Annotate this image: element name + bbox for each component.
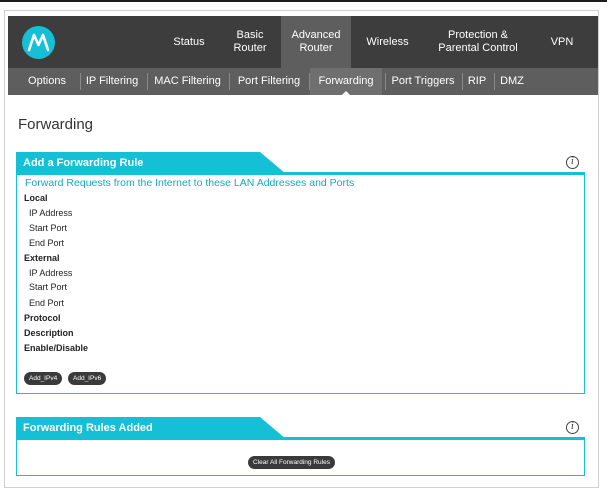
nav-wireless[interactable]: Wireless <box>360 16 415 68</box>
tab-ip-filtering-label: IP Filtering <box>85 75 139 87</box>
section-tab-label: Add a Forwarding Rule <box>23 157 144 169</box>
sub-navigation: Options IP Filtering MAC Filtering Port … <box>8 68 598 96</box>
nav-advanced-router-label: Advanced Router <box>291 29 341 54</box>
enable-disable-label: Enable/Disable <box>24 343 89 353</box>
external-start-port-label: Start Port <box>29 282 68 292</box>
tab-rip[interactable]: RIP <box>463 68 491 95</box>
section-tab-add-forwarding-rule: Add a Forwarding Rule <box>16 152 286 174</box>
info-icon[interactable]: i <box>566 421 579 434</box>
section-tab-forwarding-rules-added: Forwarding Rules Added <box>16 417 286 439</box>
forwarding-rules-added-panel: Clear All Forwarding Rules <box>16 439 585 476</box>
nav-vpn[interactable]: VPN <box>544 16 580 68</box>
add-forwarding-rule-panel: Forward Requests from the Internet to th… <box>16 174 585 394</box>
add-ipv6-button[interactable]: Add_IPv6 <box>68 372 107 385</box>
top-border-line <box>0 0 607 2</box>
nav-protection-parental-control[interactable]: Protection & Parental Control <box>433 16 523 68</box>
external-label: External <box>24 253 60 263</box>
tab-forwarding-label: Forwarding <box>318 75 374 87</box>
tab-forwarding[interactable]: Forwarding <box>310 68 382 96</box>
local-ip-address-label: IP Address <box>29 208 73 218</box>
local-start-port-label: Start Port <box>29 223 68 233</box>
nav-wireless-label: Wireless <box>366 35 409 48</box>
tab-ip-filtering[interactable]: IP Filtering <box>82 68 142 95</box>
tab-port-triggers[interactable]: Port Triggers <box>386 68 460 95</box>
tab-options[interactable]: Options <box>18 68 76 95</box>
local-end-port-label: End Port <box>29 238 65 248</box>
subnav-divider <box>229 73 230 90</box>
tab-mac-filtering-label: MAC Filtering <box>154 75 221 87</box>
tab-dmz[interactable]: DMZ <box>496 68 528 95</box>
subnav-divider <box>80 73 81 90</box>
nav-basic-router-label: Basic Router <box>233 29 267 54</box>
panel-heading: Forward Requests from the Internet to th… <box>25 177 355 189</box>
nav-basic-router[interactable]: Basic Router <box>224 16 276 68</box>
external-ip-address-label: IP Address <box>29 268 73 278</box>
nav-status[interactable]: Status <box>168 16 210 68</box>
tab-options-label: Options <box>28 75 66 87</box>
subnav-divider <box>494 73 495 90</box>
tab-rip-label: RIP <box>467 75 487 87</box>
nav-vpn-label: VPN <box>550 35 574 48</box>
protocol-label: Protocol <box>24 313 61 323</box>
page-title: Forwarding <box>18 116 94 133</box>
tab-port-filtering[interactable]: Port Filtering <box>232 68 306 95</box>
tab-port-filtering-label: Port Filtering <box>237 75 301 87</box>
tab-port-triggers-label: Port Triggers <box>391 75 455 87</box>
motorola-logo-icon[interactable] <box>22 26 55 59</box>
subnav-divider <box>147 73 148 90</box>
add-ipv4-button[interactable]: Add_IPv4 <box>24 372 63 385</box>
tab-mac-filtering[interactable]: MAC Filtering <box>150 68 225 95</box>
description-label: Description <box>24 328 74 338</box>
info-icon[interactable]: i <box>566 156 579 169</box>
main-navigation: Status Basic Router Advanced Router Wirele… <box>8 16 598 68</box>
active-tab-caret-icon <box>341 91 351 96</box>
external-end-port-label: End Port <box>29 298 65 308</box>
tab-dmz-label: DMZ <box>500 75 524 87</box>
nav-protection-label: Protection & Parental Control <box>438 29 518 54</box>
section-tab-label: Forwarding Rules Added <box>23 422 153 434</box>
nav-status-label: Status <box>173 35 205 48</box>
local-label: Local <box>24 193 48 203</box>
nav-advanced-router[interactable]: Advanced Router <box>281 16 351 68</box>
clear-all-forwarding-rules-button[interactable]: Clear All Forwarding Rules <box>248 456 335 469</box>
